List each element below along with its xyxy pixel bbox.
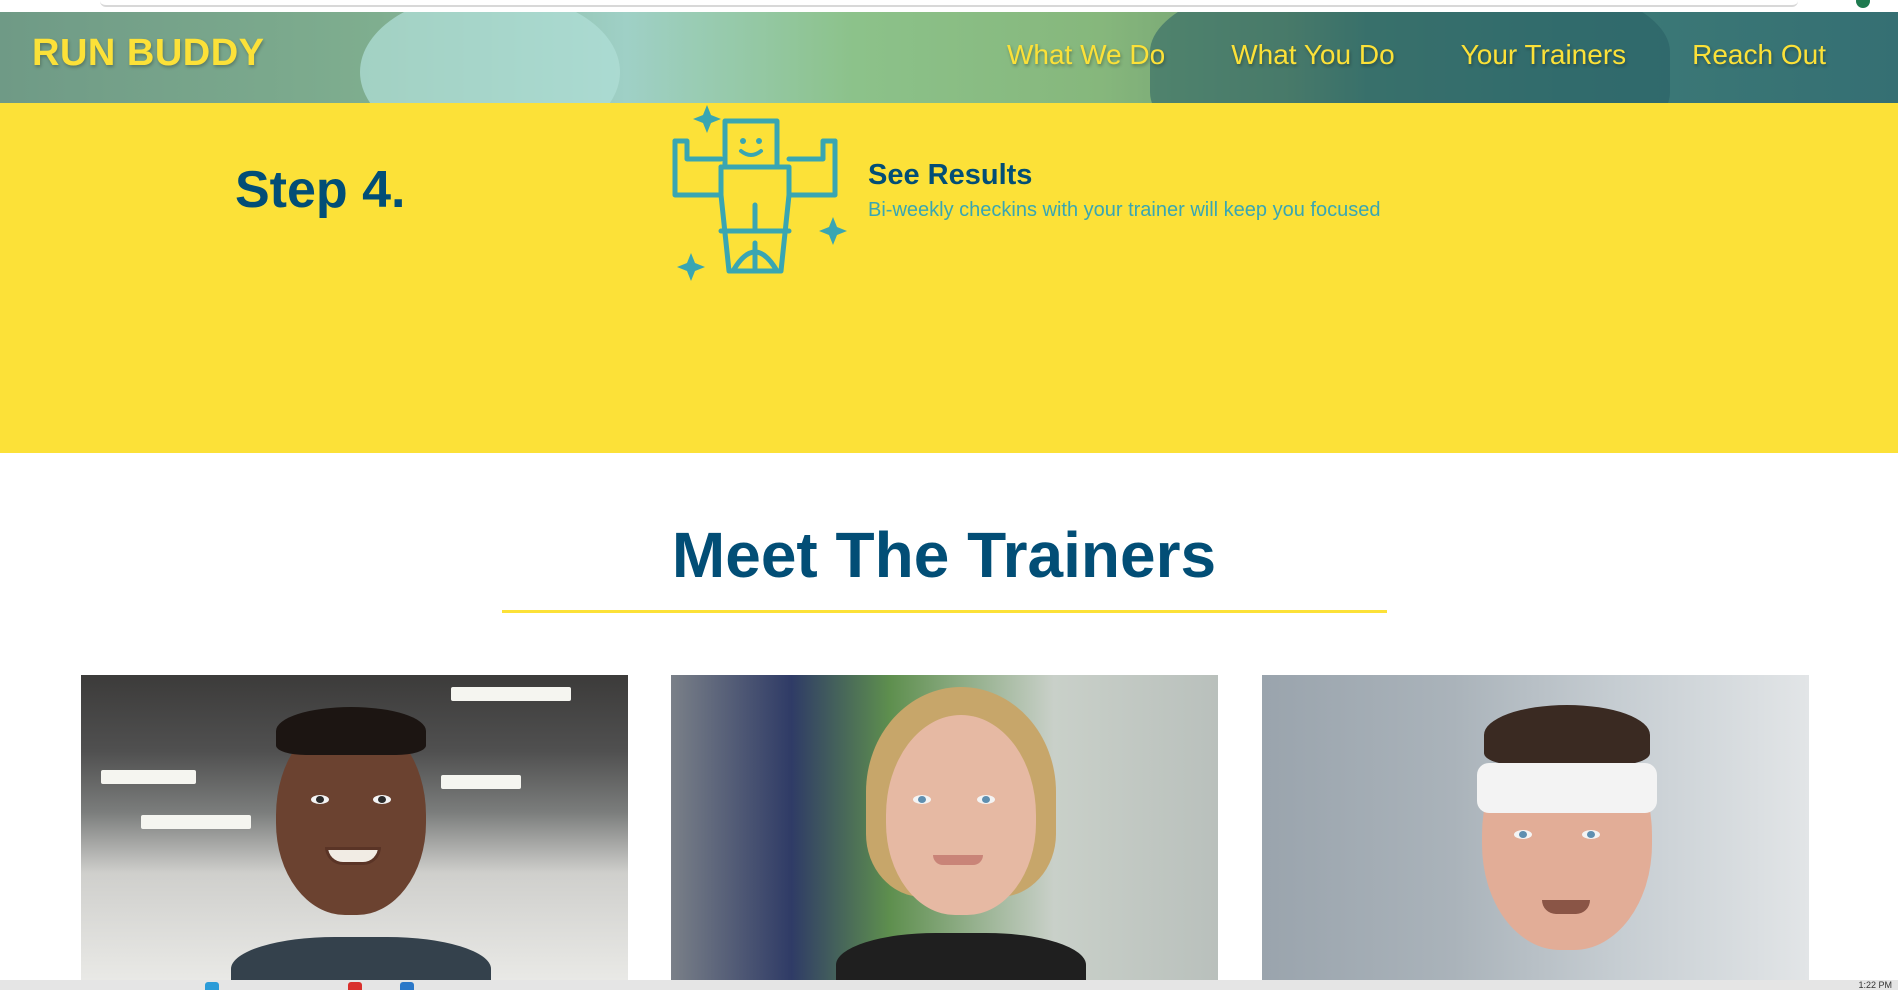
muscle-robot-icon xyxy=(672,105,847,281)
heading-underline xyxy=(502,610,1387,613)
trainer-eye xyxy=(373,795,391,804)
taskbar-app-icon[interactable] xyxy=(400,982,414,990)
taskbar: 1:22 PM xyxy=(0,980,1898,990)
site-header: RUN BUDDY What We Do What You Do Your Tr… xyxy=(0,12,1898,103)
header-background-shape xyxy=(360,12,620,103)
trainer-eye xyxy=(913,795,931,804)
trainer-photo-1 xyxy=(81,675,628,980)
nav-what-you-do[interactable]: What You Do xyxy=(1231,39,1394,71)
background-light xyxy=(101,770,196,784)
step-number: Step 4. xyxy=(235,161,406,219)
background-light xyxy=(141,815,251,829)
trainer-eye xyxy=(1514,830,1532,839)
step-description: Bi-weekly checkins with your trainer wil… xyxy=(868,199,1381,221)
trainer-photo-3 xyxy=(1262,675,1809,980)
nav-your-trainers[interactable]: Your Trainers xyxy=(1461,39,1627,71)
step-section: Step 4. See Results Bi-weekly checkins w… xyxy=(0,103,1898,453)
taskbar-app-icon[interactable] xyxy=(348,982,362,990)
trainer-shirt xyxy=(836,933,1086,980)
nav-what-we-do[interactable]: What We Do xyxy=(1007,39,1165,71)
trainer-shirt xyxy=(231,937,491,980)
trainer-hair xyxy=(1484,705,1650,765)
taskbar-clock: 1:22 PM xyxy=(1858,980,1892,990)
background-light xyxy=(441,775,521,789)
trainer-eye xyxy=(977,795,995,804)
taskbar-app-icon[interactable] xyxy=(205,982,219,990)
address-bar-edge xyxy=(100,0,1798,7)
trainer-eye xyxy=(1582,830,1600,839)
profile-icon[interactable] xyxy=(1856,0,1870,8)
trainers-heading: Meet The Trainers xyxy=(671,519,1217,591)
brand-logo[interactable]: RUN BUDDY xyxy=(32,32,265,75)
background-light xyxy=(451,687,571,701)
nav-reach-out[interactable]: Reach Out xyxy=(1692,39,1826,71)
trainer-face xyxy=(886,715,1036,915)
trainer-smile xyxy=(933,855,983,865)
browser-chrome-strip xyxy=(0,0,1898,12)
main-nav: What We Do What You Do Your Trainers Rea… xyxy=(1007,39,1826,71)
step-title: See Results xyxy=(868,159,1033,191)
trainer-eye xyxy=(311,795,329,804)
trainer-photo-2 xyxy=(671,675,1218,980)
headband xyxy=(1477,763,1657,813)
trainer-mouth xyxy=(1542,900,1590,914)
trainer-hair xyxy=(276,707,426,755)
